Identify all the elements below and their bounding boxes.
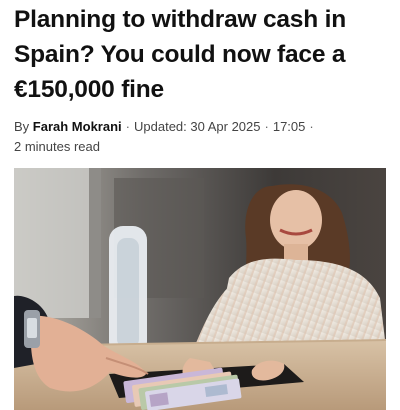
- headline-line-3: €150,000 fine: [14, 76, 164, 103]
- headline-line-1: Planning to withdraw cash in: [14, 6, 346, 33]
- article-photo: [14, 168, 386, 410]
- byline-separator: ·: [264, 119, 269, 134]
- author-link[interactable]: Farah Mokrani: [33, 119, 122, 134]
- updated-date: Updated: 30 Apr 2025: [134, 119, 261, 134]
- read-time: 2 minutes read: [14, 139, 100, 154]
- byline-separator: ·: [309, 119, 314, 134]
- byline-separator: ·: [125, 119, 130, 134]
- updated-time: 17:05: [272, 119, 306, 134]
- bank-teller-photo-illustration: [14, 168, 386, 410]
- byline-prefix: By: [14, 119, 30, 134]
- article-headline: Planning to withdraw cash in Spain? You …: [14, 2, 392, 107]
- headline-line-2: Spain? You could now face a: [14, 41, 346, 68]
- article-byline: By Farah Mokrani · Updated: 30 Apr 2025 · 17…: [14, 117, 392, 157]
- news-article: Planning to withdraw cash in Spain? You …: [0, 0, 400, 410]
